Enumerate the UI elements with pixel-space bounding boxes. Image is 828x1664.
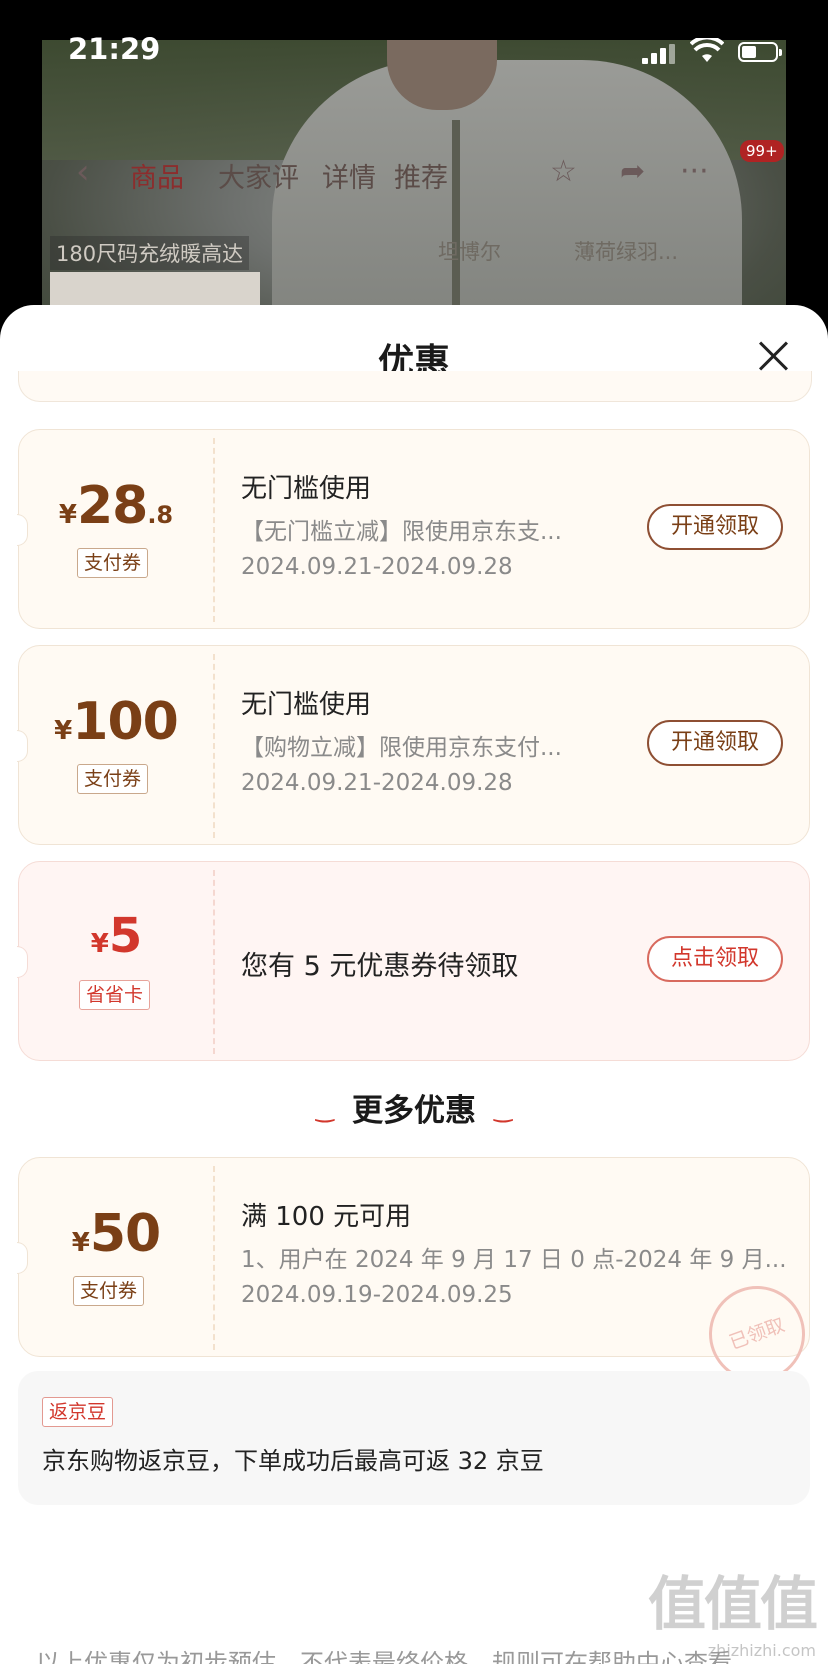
coupon-type-badge: 支付券	[77, 548, 149, 578]
partial-coupon-card	[18, 371, 812, 402]
coupon-date: 2024.09.19-2024.09.25	[241, 1282, 513, 1308]
bean-text: 京东购物返京豆，下单成功后最高可返 32 京豆	[42, 1447, 544, 1475]
tab-product[interactable]: 商品	[130, 156, 184, 195]
coupon-title: 满 100 元可用	[241, 1202, 412, 1232]
wifi-icon	[689, 35, 725, 64]
jd-bean-rebate: 返京豆 京东购物返京豆，下单成功后最高可返 32 京豆	[18, 1371, 810, 1505]
battery-icon	[738, 42, 782, 62]
saver-card-badge: 省省卡	[79, 980, 151, 1010]
coupon-date: 2024.09.21-2024.09.28	[241, 770, 513, 796]
footer-note: 以上优惠仅为初步预估，不代表最终价格，规则可在帮助中心查看	[36, 1649, 732, 1664]
status-time: 21:29	[68, 32, 161, 66]
coupon-description: 【无门槛立减】限使用京东支...	[241, 519, 562, 545]
favorite-icon[interactable]: ☆	[550, 154, 577, 189]
claim-button[interactable]: 开通领取	[647, 504, 783, 550]
status-bar: 21:29	[0, 0, 828, 66]
tab-details[interactable]: 详情	[322, 156, 376, 195]
saver-card-text: 您有 5 元优惠券待领取	[241, 951, 519, 982]
discount-sheet: 优惠 ¥28.8 支付券 无门槛使用 【无门槛立减】限使用京东支... 2024…	[0, 305, 828, 1664]
coupon-description: 【购物立减】限使用京东支付...	[241, 735, 562, 761]
coupon-card: ¥50 支付券 满 100 元可用 1、用户在 2024 年 9 月 17 日 …	[17, 1157, 819, 1396]
claim-button[interactable]: 开通领取	[647, 720, 783, 766]
more-icon[interactable]: ···	[680, 154, 709, 189]
coupon-type-badge: 支付券	[73, 1276, 145, 1306]
bean-tag: 返京豆	[42, 1397, 114, 1427]
claim-saver-button[interactable]: 点击领取	[647, 936, 783, 982]
tab-reviews[interactable]: 大家评	[218, 156, 299, 195]
signal-icon	[642, 44, 678, 64]
coupon-title: 无门槛使用	[241, 474, 372, 504]
product-tags: 180尺码充绒暖高达 坦博尔 薄荷绿羽...	[50, 232, 790, 272]
coupon-card: ¥100 支付券 无门槛使用 【购物立减】限使用京东支付... 2024.09.…	[17, 645, 810, 845]
smile-icon: ‿	[494, 1098, 513, 1123]
product-tag: 180尺码充绒暖高达	[50, 236, 250, 270]
coupon-amount: ¥28.8	[58, 476, 174, 536]
watermark: 值值值 zhizhizhi.com	[647, 1570, 818, 1660]
product-tag: 坦博尔	[438, 240, 501, 264]
close-icon[interactable]	[756, 339, 790, 373]
saver-card-amount: ¥5	[90, 908, 143, 964]
coupon-amount: ¥50	[71, 1204, 161, 1264]
coupon-type-badge: 支付券	[77, 764, 149, 794]
coupon-description: 1、用户在 2024 年 9 月 17 日 0 点-2024 年 9 月...	[241, 1247, 787, 1273]
message-badge: 99+	[740, 140, 784, 162]
tab-recommend[interactable]: 推荐	[394, 156, 448, 195]
coupon-amount: ¥100	[54, 692, 179, 752]
saver-card: ¥5 省省卡 您有 5 元优惠券待领取 点击领取	[17, 861, 810, 1061]
smile-icon: ‿	[315, 1098, 334, 1123]
product-tag: 薄荷绿羽...	[574, 240, 679, 264]
share-icon[interactable]: ➦	[620, 154, 645, 189]
coupon-date: 2024.09.21-2024.09.28	[241, 554, 513, 580]
product-nav-bar: ‹ 商品 大家评 详情 推荐 ☆ ➦ ··· 99+	[60, 140, 800, 200]
coupon-title: 无门槛使用	[241, 690, 372, 720]
coupon-card: ¥28.8 支付券 无门槛使用 【无门槛立减】限使用京东支... 2024.09…	[17, 429, 810, 629]
back-icon[interactable]: ‹	[76, 152, 90, 192]
more-discounts-header: ‿ 更多优惠 ‿	[315, 1093, 513, 1129]
